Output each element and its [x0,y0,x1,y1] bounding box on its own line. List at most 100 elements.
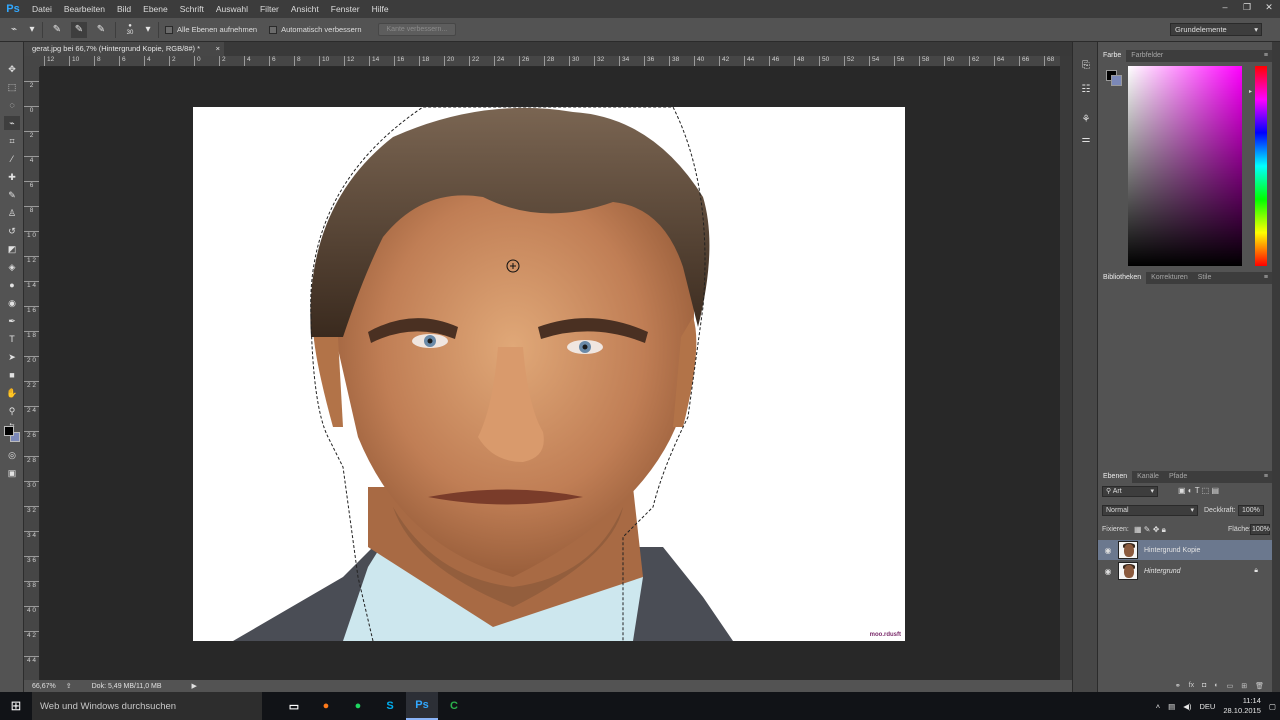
export-icon[interactable]: ⇪ [66,682,72,690]
rectangle-tool-icon[interactable]: ■ [4,368,20,382]
menu-item-5[interactable]: Auswahl [210,4,254,14]
properties-panel-icon[interactable]: ☷ [1078,82,1094,96]
subtract-selection-brush-icon[interactable]: ✎ [93,22,109,38]
canvas-scrollbar[interactable] [1060,56,1072,680]
close-tab-icon[interactable]: × [216,42,220,56]
history-brush-tool-icon[interactable]: ↺ [4,224,20,238]
foreground-color-swatch[interactable] [4,426,14,436]
menu-item-6[interactable]: Filter [254,4,285,14]
volume-icon[interactable]: ◀) [1183,702,1191,711]
pen-tool-icon[interactable]: ✒ [4,314,20,328]
quick-mask-icon[interactable]: ◎ [4,448,20,462]
menu-item-1[interactable]: Bearbeiten [58,4,111,14]
horizontal-ruler[interactable]: 12 10 8 6 4 2 0 2 4 6 8 10 12 14 16 18 20 22 24 26 28 30 32 34 3… [40,56,1060,67]
screen-mode-icon[interactable]: ▣ [4,466,20,480]
layer-row[interactable]: ◉ Hintergrund 🔒︎ [1098,561,1272,581]
menu-item-0[interactable]: Datei [26,4,58,14]
brush-tool-icon[interactable]: ✎ [4,188,20,202]
tool-preset-dropdown-icon[interactable]: ▾ [28,22,36,38]
brush-presets-icon[interactable]: ⚘ [1078,112,1094,126]
photoshop-icon[interactable]: Ps [406,692,438,720]
tab-farbfelder[interactable]: Farbfelder [1126,50,1168,62]
zoom-tool-icon[interactable]: ⚲ [4,404,20,418]
add-selection-brush-icon[interactable]: ✎ [71,21,87,38]
camtasia-icon[interactable]: C [438,692,470,720]
crop-tool-icon[interactable]: ⌗ [4,134,20,148]
move-tool-icon[interactable]: ✥ [4,62,20,76]
menu-item-9[interactable]: Hilfe [366,4,395,14]
tab-pfade[interactable]: Pfade [1164,471,1192,483]
eye-icon[interactable]: ◉ [1098,546,1118,555]
color-picker-field[interactable] [1128,66,1242,266]
tab-bibliotheken[interactable]: Bibliotheken [1098,272,1147,284]
minimize-button[interactable]: – [1214,0,1236,14]
firefox-icon[interactable]: ● [310,692,342,720]
menu-item-3[interactable]: Ebene [137,4,174,14]
network-icon[interactable]: ▤ [1168,702,1175,711]
path-selection-tool-icon[interactable]: ➤ [4,350,20,364]
adjustment-layer-icon[interactable]: ◐ [1214,682,1218,692]
menu-item-2[interactable]: Bild [111,4,137,14]
sample-all-layers-checkbox[interactable]: Alle Ebenen aufnehmen [165,25,257,34]
restore-button[interactable]: ❐ [1236,0,1258,14]
history-panel-icon[interactable]: ⎘ [1078,58,1094,72]
marquee-tool-icon[interactable]: ⬚ [4,80,20,94]
vertical-ruler[interactable]: 2 0 2 4 6 8 1 0 1 2 1 4 1 6 1 8 2 0 2 2 2 4 2 6 2 8 3 0 3… [24,67,40,680]
tab-kanaele[interactable]: Kanäle [1132,471,1164,483]
tab-farbe[interactable]: Farbe [1098,50,1127,62]
tab-ebenen[interactable]: Ebenen [1098,471,1133,483]
opacity-input[interactable]: 100% [1238,505,1264,516]
panel-background-swatch[interactable] [1111,75,1122,86]
lock-icons[interactable]: ▦ ✎ ✥ 🔒︎ [1134,525,1166,535]
link-layers-icon[interactable]: ⚭ [1175,682,1181,692]
document-tab[interactable]: gerat.jpg bei 66,7% (Hintergrund Kopie, … [24,42,224,56]
layer-filter-select[interactable]: ⚲ Art ▾ [1102,486,1158,497]
tray-arrow-icon[interactable]: ˄ [1156,702,1160,711]
document-canvas[interactable]: moo.rdusft [193,107,905,641]
brush-dropdown-icon[interactable]: ▾ [144,22,152,38]
tab-stile[interactable]: Stile [1193,272,1217,284]
spotify-icon[interactable]: ● [342,692,374,720]
fx-icon[interactable]: fx [1189,682,1194,692]
refine-edge-button[interactable]: Kante verbessern... [377,23,457,36]
zoom-level[interactable]: 66,67% [32,683,56,690]
healing-brush-tool-icon[interactable]: ✚ [4,170,20,184]
hand-tool-icon[interactable]: ✋ [4,386,20,400]
windows-start-icon[interactable]: ⊞ [0,692,32,720]
adjustments-icon[interactable]: ⚌ [1078,132,1094,146]
menu-item-4[interactable]: Schrift [174,4,210,14]
eraser-tool-icon[interactable]: ◩ [4,242,20,256]
menu-item-8[interactable]: Fenster [325,4,366,14]
dodge-tool-icon[interactable]: ◉ [4,296,20,310]
hue-slider[interactable] [1255,66,1267,266]
new-layer-icon[interactable]: ⊞ [1241,682,1247,692]
taskbar-search-input[interactable]: Web und Windows durchsuchen [32,692,262,720]
lasso-tool-icon[interactable]: ◌ [4,98,20,112]
clone-stamp-tool-icon[interactable]: ♙ [4,206,20,220]
auto-enhance-checkbox[interactable]: Automatisch verbessern [269,25,362,34]
add-mask-icon[interactable]: ◘ [1202,682,1206,692]
panel-scrollbar[interactable] [1272,42,1280,692]
tab-korrekturen[interactable]: Korrekturen [1146,272,1193,284]
panel-menu-icon[interactable]: ≡ [1264,52,1268,59]
group-folder-icon[interactable]: ▭ [1227,682,1234,692]
blur-tool-icon[interactable]: ● [4,278,20,292]
menu-item-7[interactable]: Ansicht [285,4,325,14]
workspace-select[interactable]: Grundelemente ▾ [1170,23,1262,36]
quick-selection-tool-icon[interactable]: ⌁ [4,116,20,130]
language-indicator[interactable]: DEU [1200,702,1216,711]
close-button[interactable]: ✕ [1258,0,1280,14]
brush-size-picker[interactable]: ● 30 [122,22,138,38]
ruler-origin[interactable] [24,56,40,67]
type-tool-icon[interactable]: T [4,332,20,346]
trash-icon[interactable]: 🗑︎ [1255,682,1264,692]
new-selection-brush-icon[interactable]: ✎ [49,22,65,38]
task-view-icon[interactable]: ▭ [278,692,310,720]
paint-bucket-tool-icon[interactable]: ◈ [4,260,20,274]
skype-icon[interactable]: S [374,692,406,720]
panel-menu-icon[interactable]: ≡ [1264,274,1268,281]
eyedropper-tool-icon[interactable]: ⁄ [4,152,20,166]
status-menu-icon[interactable]: ▶ [192,682,197,690]
panel-menu-icon[interactable]: ≡ [1264,473,1268,480]
clock[interactable]: 11:14 28.10.2015 [1223,696,1261,716]
